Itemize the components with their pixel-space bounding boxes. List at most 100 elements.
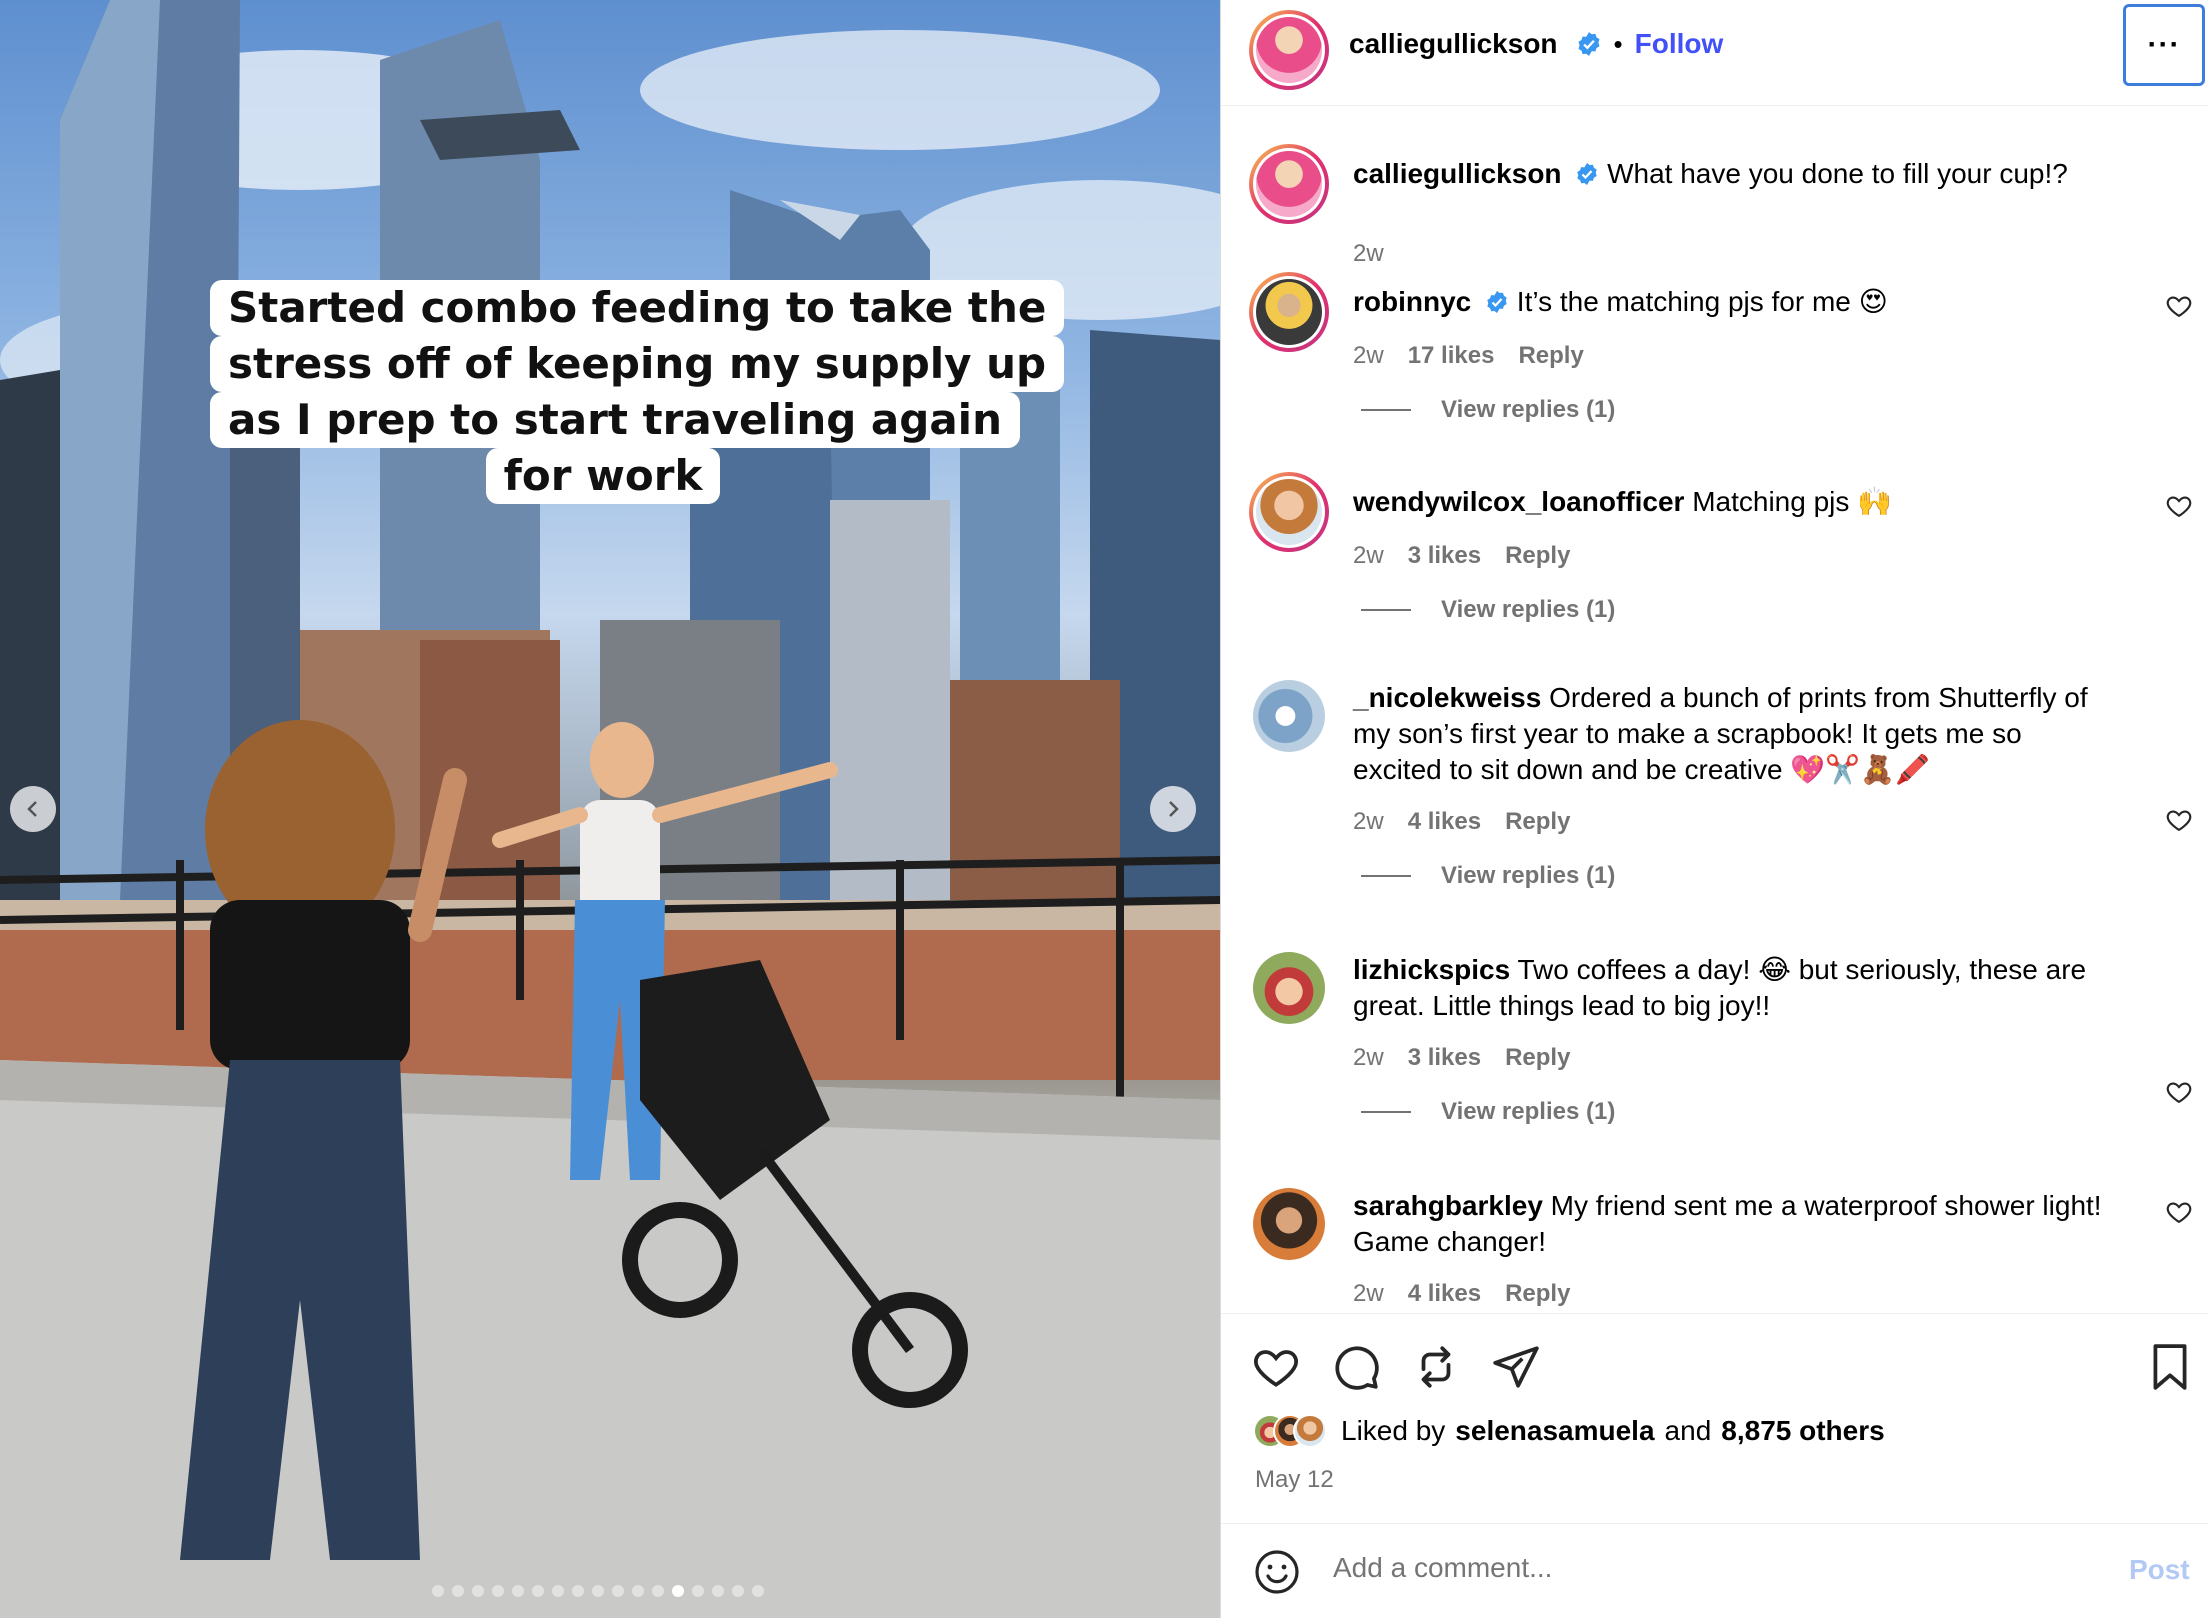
view-replies-button[interactable]: View replies (1) [1361, 596, 1615, 624]
comment-body: _nicolekweiss Ordered a bunch of prints … [1353, 680, 2113, 788]
view-replies-label: View replies (1) [1441, 396, 1616, 423]
caption-line: for work [485, 448, 721, 504]
comment-like-heart-icon[interactable] [2165, 806, 2193, 834]
carousel-dot [632, 1585, 644, 1597]
liked-user-link[interactable]: selenasamuela [1455, 1415, 1654, 1447]
comment-time[interactable]: 2w [1353, 1280, 1384, 1308]
carousel-prev-button[interactable] [10, 786, 56, 832]
liked-and: and [1664, 1415, 1712, 1446]
header-username[interactable]: calliegullickson [1349, 28, 1558, 60]
comment-meta: 2w 4 likes Reply [1353, 1280, 1570, 1308]
carousel-dot [572, 1585, 584, 1597]
like-heart-icon[interactable] [1251, 1342, 1301, 1392]
avatar[interactable] [1253, 952, 1325, 1024]
verified-badge-icon [1578, 32, 1600, 56]
avatar[interactable] [1249, 472, 1329, 552]
view-replies-button[interactable]: View replies (1) [1361, 862, 1615, 890]
carousel-dot [752, 1585, 764, 1597]
carousel-dot [492, 1585, 504, 1597]
carousel-dot [592, 1585, 604, 1597]
reply-button[interactable]: Reply [1505, 1280, 1570, 1308]
caption-line: Started combo feeding to take the [210, 280, 1065, 336]
comment-likes[interactable]: 17 likes [1408, 342, 1495, 370]
share-send-icon[interactable] [1491, 1342, 1541, 1392]
comment-time[interactable]: 2w [1353, 808, 1384, 836]
comment-likes[interactable]: 3 likes [1408, 1044, 1481, 1072]
reply-button[interactable]: Reply [1505, 542, 1570, 570]
carousel-dot [552, 1585, 564, 1597]
avatar[interactable] [1249, 272, 1329, 352]
avatar[interactable] [1249, 10, 1329, 90]
comment-username[interactable]: wendywilcox_loanofficer [1353, 486, 1684, 517]
separator-dot: • [1613, 28, 1623, 59]
comment-username[interactable]: _nicolekweiss [1353, 682, 1541, 713]
comment-username[interactable]: sarahgbarkley [1353, 1190, 1543, 1221]
emoji-icon[interactable] [1253, 1548, 1301, 1596]
divider [1361, 609, 1411, 611]
comment-likes[interactable]: 4 likes [1408, 1280, 1481, 1308]
verified-badge-icon [1577, 163, 1598, 185]
avatar[interactable] [1249, 144, 1329, 224]
liked-by: Liked by selenasamuela and 8,875 others [1253, 1414, 1885, 1448]
reply-button[interactable]: Reply [1518, 342, 1583, 370]
comment-likes[interactable]: 3 likes [1408, 542, 1481, 570]
divider [1361, 875, 1411, 877]
carousel-dot [732, 1585, 744, 1597]
follow-button[interactable]: Follow [1635, 28, 1724, 60]
comment-time[interactable]: 2w [1353, 342, 1384, 370]
comment-like-heart-icon[interactable] [2165, 1198, 2193, 1226]
comment-like-heart-icon[interactable] [2165, 292, 2193, 320]
carousel-dot [652, 1585, 664, 1597]
comment-like-heart-icon[interactable] [2165, 492, 2193, 520]
comment-composer: Post [1221, 1523, 2208, 1618]
comment-like-heart-icon[interactable] [2165, 1078, 2193, 1106]
reply-button[interactable]: Reply [1505, 808, 1570, 836]
post-media[interactable]: Started combo feeding to take the stress… [0, 0, 1220, 1618]
post-photo [0, 0, 1220, 1618]
comment-username[interactable]: lizhickspics [1353, 954, 1510, 985]
comment-meta: 2w 4 likes Reply [1353, 808, 1570, 836]
bookmark-icon[interactable] [2147, 1342, 2193, 1392]
avatar[interactable] [1253, 680, 1325, 752]
carousel-dot [672, 1585, 684, 1597]
view-replies-label: View replies (1) [1441, 596, 1616, 623]
repost-icon[interactable] [1411, 1342, 1461, 1392]
carousel-dot [452, 1585, 464, 1597]
comment-text: What have you done to fill your cup!? [1607, 158, 2068, 189]
reply-button[interactable]: Reply [1505, 1044, 1570, 1072]
comment-likes[interactable]: 4 likes [1408, 808, 1481, 836]
comment-body: lizhickspics Two coffees a day! 😂 but se… [1353, 952, 2113, 1024]
carousel-dot [512, 1585, 524, 1597]
view-replies-button[interactable]: View replies (1) [1361, 1098, 1615, 1126]
carousel-next-button[interactable] [1150, 786, 1196, 832]
comment-username[interactable]: robinnyc [1353, 286, 1471, 317]
view-replies-button[interactable]: View replies (1) [1361, 396, 1615, 424]
chevron-right-icon [1169, 801, 1179, 817]
comment-meta: 2w 3 likes Reply [1353, 1044, 1570, 1072]
comment-bubble-icon[interactable] [1331, 1342, 1381, 1392]
carousel-dot [692, 1585, 704, 1597]
liked-prefix: Liked by [1341, 1415, 1446, 1446]
more-icon: ··· [2147, 28, 2181, 61]
post-header: calliegullickson • Follow ··· [1221, 0, 2208, 106]
comment-time[interactable]: 2w [1353, 542, 1384, 570]
post-date[interactable]: May 12 [1255, 1466, 1334, 1494]
carousel-dot [712, 1585, 724, 1597]
comment-time[interactable]: 2w [1353, 240, 1384, 268]
liked-others-link[interactable]: 8,875 others [1721, 1415, 1884, 1447]
caption-line: stress off of keeping my supply up [210, 336, 1065, 392]
comment-input[interactable] [1333, 1552, 2053, 1584]
comment-meta: 2w [1353, 240, 1384, 268]
more-options-button[interactable]: ··· [2123, 4, 2205, 86]
post-actions: Liked by selenasamuela and 8,875 others … [1221, 1313, 2208, 1523]
comments-list[interactable]: calliegullickson What have you done to f… [1221, 108, 2208, 1313]
post-comment-button[interactable]: Post [2129, 1554, 2190, 1586]
divider [1361, 1111, 1411, 1113]
comment-text: Matching pjs 🙌 [1692, 486, 1893, 517]
post-sidebar: calliegullickson • Follow ··· calliegull… [1220, 0, 2208, 1618]
avatar[interactable] [1253, 1188, 1325, 1260]
comment-time[interactable]: 2w [1353, 1044, 1384, 1072]
comment-username[interactable]: calliegullickson [1353, 158, 1562, 189]
comment-text: It’s the matching pjs for me 😍 [1516, 286, 1888, 317]
avatar[interactable] [1293, 1414, 1327, 1448]
